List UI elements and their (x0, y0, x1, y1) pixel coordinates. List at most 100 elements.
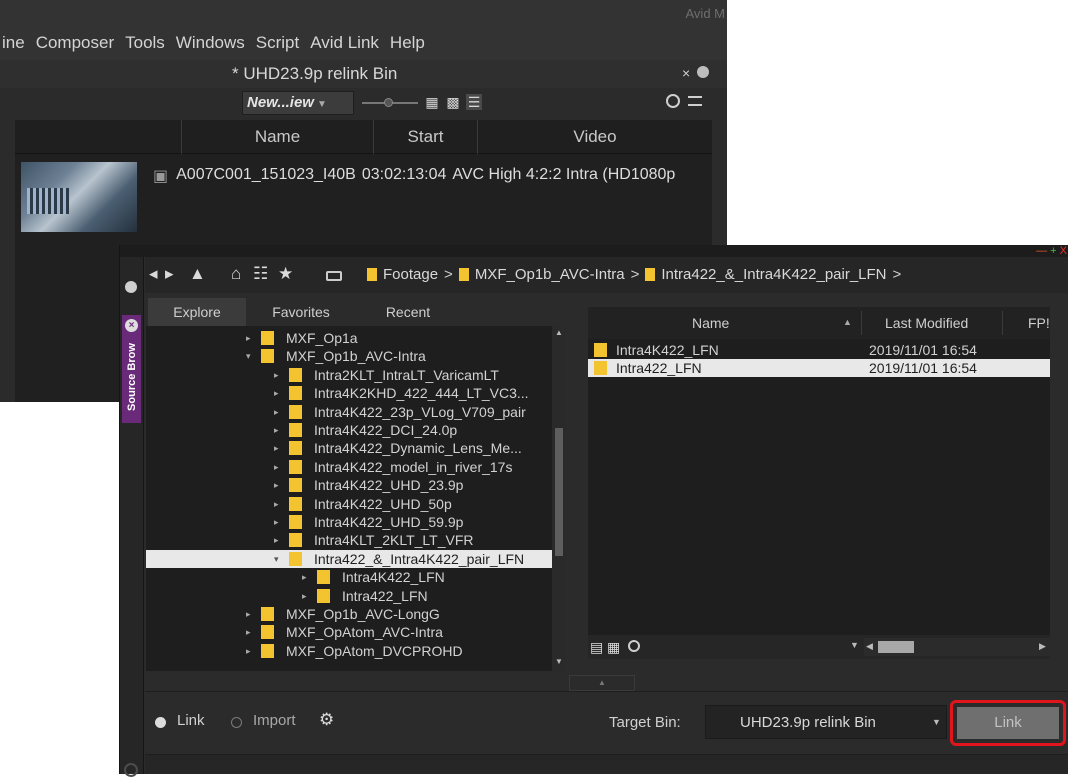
tree-item[interactable]: ▸ MXF_OpAtom_DVCPROHD (146, 642, 552, 660)
up-arrow-icon[interactable]: ▲ (189, 264, 206, 284)
clip-thumbnail[interactable] (21, 162, 137, 232)
list-view-icon[interactable]: ▤ (590, 639, 603, 656)
tree-item[interactable]: ▸ MXF_OpAtom_AVC-Intra (146, 623, 552, 641)
menu-ine[interactable]: ine (2, 33, 25, 53)
tab-recent[interactable]: Recent (358, 298, 458, 326)
import-radio[interactable] (231, 717, 242, 728)
tree-item[interactable]: ▾ Intra422_&_Intra4K422_pair_LFN (146, 550, 552, 568)
menu-avid-link[interactable]: Avid Link (310, 33, 379, 53)
gear-icon[interactable]: ⚙ (319, 710, 334, 730)
favorite-star-icon[interactable]: ★ (278, 264, 293, 284)
tree-scroll-thumb[interactable] (555, 428, 563, 556)
tree-toggle-icon[interactable]: ☷ (253, 264, 268, 284)
script-view-icon[interactable]: ▩ (445, 94, 461, 110)
menu-help[interactable]: Help (390, 33, 425, 53)
file-col-last-modified[interactable]: Last Modified (885, 315, 968, 331)
thumbnail-size-slider[interactable] (362, 98, 418, 107)
menu-composer[interactable]: Composer (36, 33, 114, 53)
back-icon[interactable]: ◂ (149, 264, 158, 284)
scroll-up-icon[interactable]: ▲ (555, 328, 563, 337)
tree-item[interactable]: ▸ Intra4K422_LFN (146, 568, 552, 586)
expand-right-icon[interactable]: ▸ (274, 495, 279, 513)
bin-fast-menu-icon[interactable] (697, 66, 709, 78)
expand-right-icon[interactable]: ▸ (302, 568, 307, 586)
expand-right-icon[interactable]: ▸ (274, 513, 279, 531)
text-view-icon[interactable]: ☰ (466, 94, 482, 110)
slider-knob[interactable] (384, 98, 393, 107)
tree-item[interactable]: ▾ MXF_Op1b_AVC-Intra (146, 347, 552, 365)
expand-right-icon[interactable]: ▸ (274, 384, 279, 402)
source-browser-tab[interactable]: × Source Brow (122, 315, 141, 423)
breadcrumb-item-intra422-pair[interactable]: Intra422_&_Intra4K422_pair_LFN (661, 266, 886, 283)
close-icon[interactable]: × (682, 65, 690, 81)
tree-item[interactable]: ▸ Intra4KLT_2KLT_LT_VFR (146, 531, 552, 549)
maximize-icon[interactable]: + (1050, 245, 1056, 257)
expand-right-icon[interactable]: ▸ (246, 605, 251, 623)
expand-right-icon[interactable]: ▸ (246, 642, 251, 660)
column-divider[interactable] (861, 311, 862, 335)
close-icon[interactable]: X (1060, 245, 1067, 257)
chevron-down-icon[interactable]: ▼ (850, 640, 859, 650)
expand-right-icon[interactable]: ▸ (274, 531, 279, 549)
file-col-name[interactable]: Name (692, 315, 729, 331)
scroll-down-icon[interactable]: ▼ (555, 657, 563, 666)
tree-item[interactable]: ▸ Intra4K422_Dynamic_Lens_Me... (146, 439, 552, 457)
tree-item[interactable]: ▸ Intra4K422_DCI_24.0p (146, 421, 552, 439)
tree-item[interactable]: ▸ Intra4K2KHD_422_444_LT_VC3... (146, 384, 552, 402)
file-row[interactable]: Intra4K422_LFN 2019/11/01 16:54 (588, 341, 1050, 359)
tree-item[interactable]: ▸ Intra4K422_UHD_23.9p (146, 476, 552, 494)
menu-lines-icon[interactable] (688, 96, 702, 106)
tree-item[interactable]: ▸ Intra4K422_UHD_59.9p (146, 513, 552, 531)
expand-right-icon[interactable]: ▸ (274, 439, 279, 457)
expand-right-icon[interactable]: ▸ (274, 458, 279, 476)
bin-view-select[interactable]: New...iew ▼ (242, 91, 354, 115)
search-icon[interactable] (666, 94, 680, 108)
tree-item[interactable]: ▸ Intra4K422_23p_VLog_V709_pair (146, 403, 552, 421)
link-radio-label[interactable]: Link (177, 712, 205, 729)
target-bin-select[interactable]: UHD23.9p relink Bin ▼ (705, 705, 947, 739)
breadcrumb-item-footage[interactable]: Footage (383, 266, 438, 283)
file-row[interactable]: Intra422_LFN 2019/11/01 16:54 (588, 359, 1050, 377)
path-entry-icon[interactable] (326, 271, 342, 281)
frame-view-icon[interactable]: ▦ (424, 94, 440, 110)
panel-splitter-handle[interactable]: ▲ (569, 675, 635, 691)
scroll-right-icon[interactable]: ▶ (1039, 641, 1046, 652)
expand-right-icon[interactable]: ▸ (274, 476, 279, 494)
clip-row[interactable]: ▣ A007C001_151023_I40B 03:02:13:04 AVC H… (153, 166, 681, 186)
tree-scrollbar[interactable]: ▲ ▼ (552, 326, 566, 671)
search-icon[interactable] (628, 640, 640, 652)
file-col-fps[interactable]: FP! (1028, 315, 1050, 331)
tab-explore[interactable]: Explore (148, 298, 246, 326)
expand-down-icon[interactable]: ▾ (246, 347, 251, 365)
tree-item[interactable]: ▸ Intra4K422_model_in_river_17s (146, 458, 552, 476)
scroll-left-icon[interactable]: ◀ (866, 641, 873, 652)
tab-close-icon[interactable]: × (125, 319, 138, 332)
tab-favorites[interactable]: Favorites (251, 298, 351, 326)
minimize-icon[interactable]: — (1036, 245, 1047, 257)
expand-down-icon[interactable]: ▾ (274, 550, 279, 568)
expand-right-icon[interactable]: ▸ (274, 403, 279, 421)
menu-tools[interactable]: Tools (125, 33, 165, 53)
hscroll-thumb[interactable] (878, 641, 914, 653)
expand-right-icon[interactable]: ▸ (246, 623, 251, 641)
column-divider[interactable] (1002, 311, 1003, 335)
fast-menu-icon[interactable] (125, 281, 137, 293)
link-button[interactable]: Link (957, 707, 1059, 739)
link-radio[interactable] (155, 717, 166, 728)
tree-item[interactable]: ▸ MXF_Op1a (146, 329, 552, 347)
menu-script[interactable]: Script (256, 33, 299, 53)
forward-icon[interactable]: ▸ (165, 264, 174, 284)
tree-item[interactable]: ▸ Intra4K422_UHD_50p (146, 495, 552, 513)
home-icon[interactable]: ⌂ (231, 264, 241, 284)
file-list-hscroll[interactable]: ◀ ▶ (864, 638, 1050, 656)
expand-right-icon[interactable]: ▸ (302, 587, 307, 605)
bin-col-name[interactable]: Name (181, 120, 373, 154)
bin-col-start[interactable]: Start (373, 120, 477, 154)
menu-windows[interactable]: Windows (176, 33, 245, 53)
tree-item[interactable]: ▸ Intra2KLT_IntraLT_VaricamLT (146, 366, 552, 384)
breadcrumb-item-mxf-op1b[interactable]: MXF_Op1b_AVC-Intra (475, 266, 625, 283)
expand-right-icon[interactable]: ▸ (274, 366, 279, 384)
expand-right-icon[interactable]: ▸ (246, 329, 251, 347)
bin-col-video[interactable]: Video (477, 120, 712, 154)
expand-right-icon[interactable]: ▸ (274, 421, 279, 439)
